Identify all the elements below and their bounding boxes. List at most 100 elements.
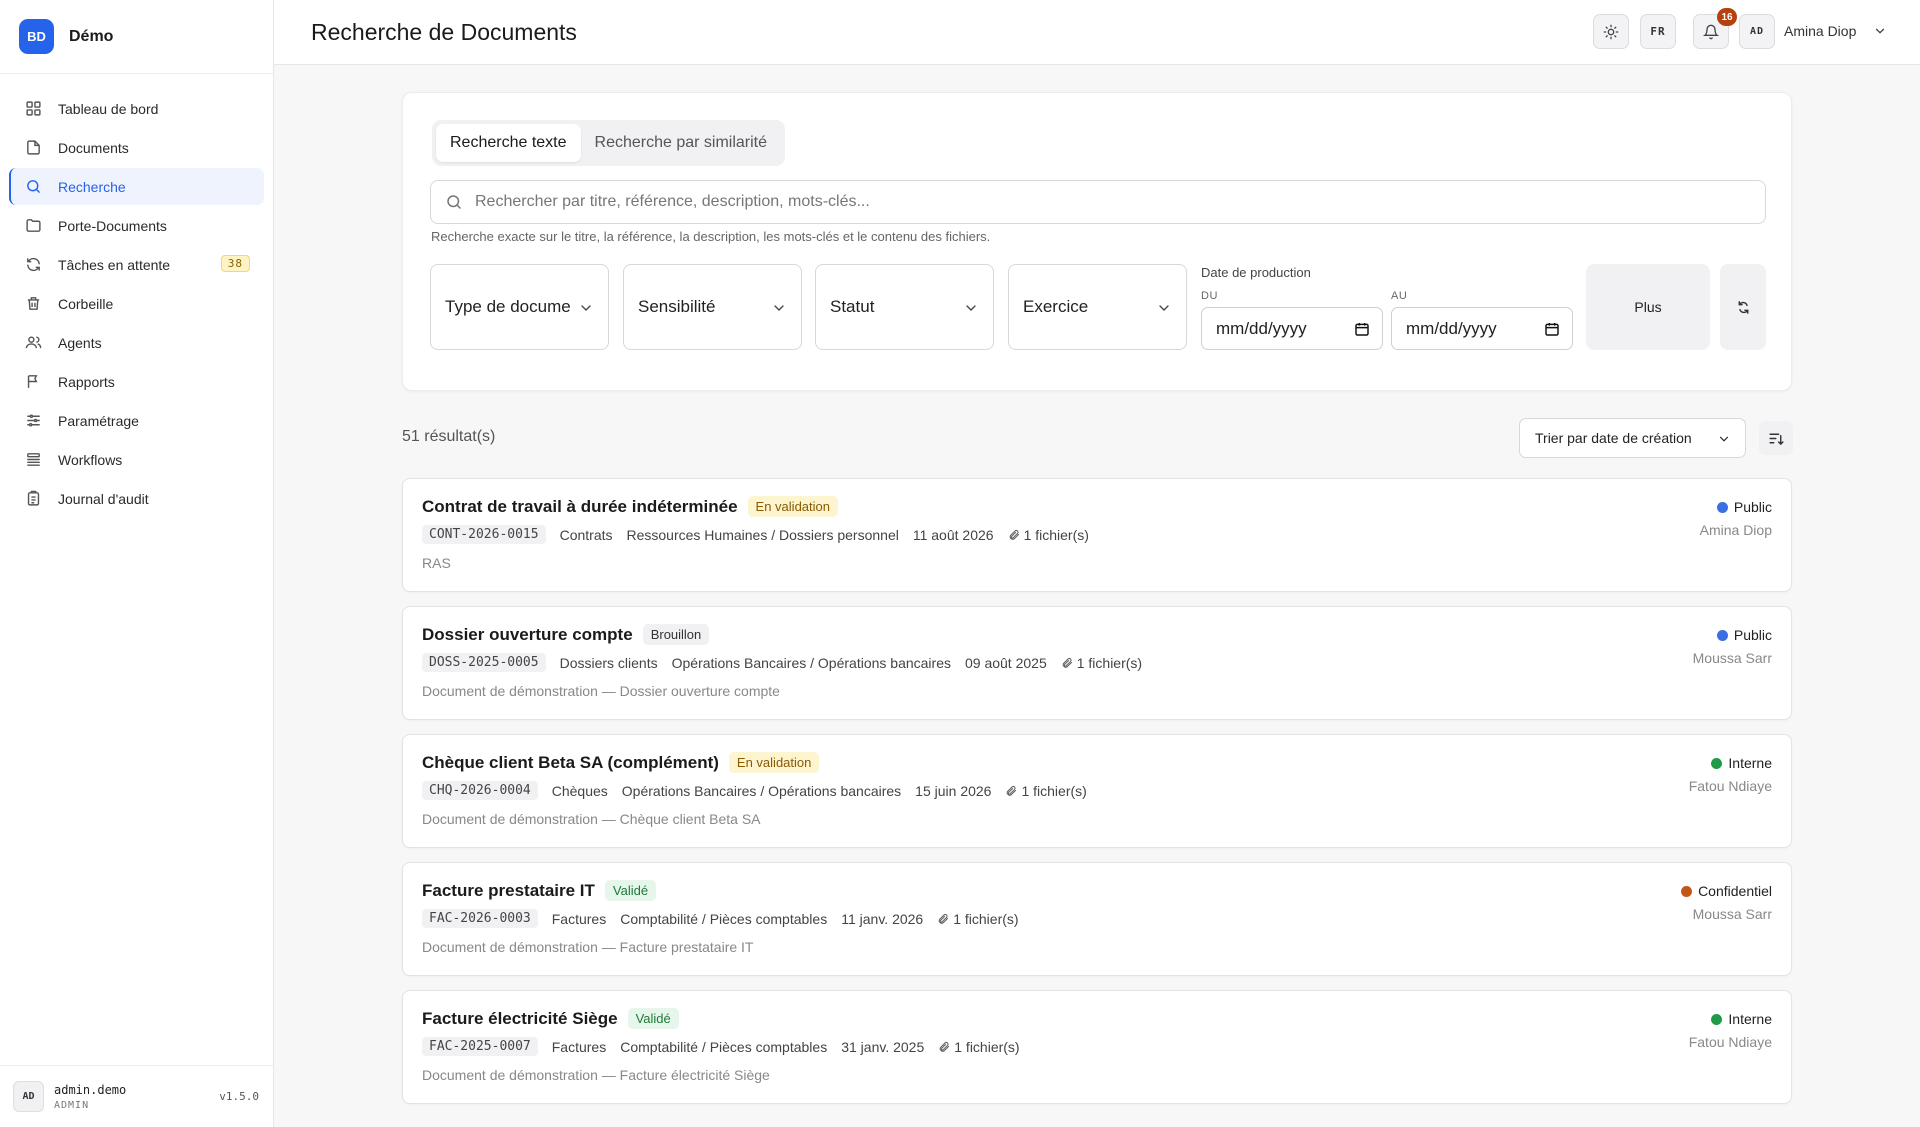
search-icon	[25, 178, 42, 195]
language-button[interactable]: FR	[1640, 14, 1676, 49]
sidebar-item-workflows[interactable]: Workflows	[9, 441, 264, 478]
document-owner: Moussa Sarr	[1692, 650, 1772, 666]
status-badge: En validation	[728, 752, 820, 773]
search-mode-tabs: Recherche texte Recherche par similarité	[432, 120, 786, 166]
tab-text-search[interactable]: Recherche texte	[436, 124, 581, 162]
document-type-select[interactable]: Type de document	[430, 264, 609, 350]
sort-descending-icon	[1768, 430, 1785, 447]
document-path: Opérations Bancaires / Opérations bancai…	[671, 654, 951, 671]
sidebar-item-documents[interactable]: Documents	[9, 129, 264, 166]
result-card[interactable]: Dossier ouverture compte Brouillon DOSS-20…	[402, 606, 1792, 720]
sidebar-item-parametrage[interactable]: Paramétrage	[9, 402, 264, 439]
calendar-icon[interactable]	[1354, 321, 1370, 337]
date-to-label: AU	[1391, 290, 1408, 302]
user-info: admin.demo ADMIN	[54, 1083, 126, 1111]
brand[interactable]: BD Démo	[0, 0, 273, 74]
select-label: Sensibilité	[638, 297, 716, 316]
attachments: 1 fichier(s)	[1061, 655, 1142, 671]
file-count: 1 fichier(s)	[1076, 654, 1143, 671]
file-icon	[25, 139, 42, 156]
date-to-input[interactable]: mm/dd/yyyy	[1391, 307, 1573, 350]
fiscal-year-select[interactable]: Exercice	[1008, 264, 1187, 350]
document-description: RAS	[422, 555, 451, 571]
sidebar-item-label: Journal d'audit	[58, 490, 149, 507]
flag-icon	[25, 373, 42, 390]
tab-similarity-search[interactable]: Recherche par similarité	[581, 124, 782, 162]
document-title[interactable]: Chèque client Beta SA (complément)	[422, 753, 719, 773]
document-title[interactable]: Facture prestataire IT	[422, 881, 595, 901]
sidebar-item-label: Tâches en attente	[58, 256, 171, 273]
theme-toggle-button[interactable]	[1593, 14, 1629, 49]
document-title[interactable]: Facture électricité Siège	[422, 1009, 618, 1029]
document-title[interactable]: Contrat de travail à durée indéterminée	[422, 497, 738, 517]
user-menu[interactable]: Amina Diop	[1784, 23, 1856, 39]
document-type: Chèques	[551, 782, 608, 799]
sidebar-item-corbeille[interactable]: Corbeille	[9, 285, 264, 322]
sidebar-item-label: Agents	[58, 334, 102, 351]
result-card[interactable]: Facture électricité Siège Validé FAC-2025-…	[402, 990, 1792, 1104]
sun-icon	[1603, 24, 1619, 40]
sidebar-footer[interactable]: AD admin.demo ADMIN v1.5.0	[0, 1065, 273, 1127]
sidebar-item-taches-en-attente[interactable]: Tâches en attente 38	[9, 246, 264, 283]
document-owner: Fatou Ndiaye	[1688, 1034, 1772, 1050]
notifications-button[interactable]: 16	[1693, 8, 1737, 49]
result-card[interactable]: Chèque client Beta SA (complément) En val…	[402, 734, 1792, 848]
document-reference: CHQ-2026-0004	[422, 781, 538, 800]
status-select[interactable]: Statut	[815, 264, 994, 350]
select-label: Statut	[830, 297, 875, 316]
file-count: 1 fichier(s)	[1023, 526, 1089, 543]
document-description: Document de démonstration — Facture élec…	[422, 1067, 770, 1083]
sensitivity-indicator: Interne	[1711, 755, 1772, 771]
sidebar-item-rapports[interactable]: Rapports	[9, 363, 264, 400]
language-label: FR	[1650, 25, 1666, 38]
paperclip-icon	[937, 913, 953, 925]
sensitivity-dot-icon	[1681, 885, 1693, 897]
sensitivity-select[interactable]: Sensibilité	[623, 264, 802, 350]
sidebar-item-label: Paramétrage	[58, 412, 139, 429]
sidebar-item-tableau-de-bord[interactable]: Tableau de bord	[9, 90, 264, 127]
more-filters-button[interactable]: Plus	[1586, 264, 1710, 350]
sidebar-item-recherche[interactable]: Recherche	[9, 168, 264, 205]
avatar: AD	[13, 1081, 44, 1112]
page-title: Recherche de Documents	[311, 19, 577, 45]
card-title-row: Chèque client Beta SA (complément) En val…	[422, 752, 820, 773]
sort-direction-button[interactable]	[1759, 421, 1793, 455]
brand-name: Démo	[69, 27, 114, 45]
sidebar-item-journal-d-audit[interactable]: Journal d'audit	[9, 480, 264, 517]
sort-select[interactable]: Trier par date de création	[1519, 418, 1746, 458]
search-field[interactable]	[430, 180, 1766, 224]
sidebar-item-agents[interactable]: Agents	[9, 324, 264, 361]
status-badge: En validation	[747, 496, 838, 517]
chevron-down-icon[interactable]	[1873, 24, 1887, 38]
document-title[interactable]: Dossier ouverture compte	[422, 625, 633, 645]
layers-icon	[25, 451, 42, 468]
status-badge: Validé	[604, 880, 657, 901]
results-count: 51 résultat(s)	[402, 428, 496, 445]
top-bar: Recherche de Documents FR 16 AD Amina Di…	[274, 0, 1920, 65]
sidebar-nav: Tableau de bord Documents Recherche Porte-D…	[0, 74, 273, 517]
result-card[interactable]: Facture prestataire IT Validé FAC-2026-000…	[402, 862, 1792, 976]
paperclip-icon	[1005, 785, 1021, 797]
sidebar-item-label: Rapports	[58, 373, 115, 390]
date-range-label: Date de production	[1201, 265, 1311, 280]
user-avatar-button[interactable]: AD	[1739, 14, 1775, 49]
calendar-icon[interactable]	[1544, 321, 1560, 337]
attachments: 1 fichier(s)	[1008, 527, 1089, 543]
brand-logo: BD	[19, 19, 54, 54]
document-type: Factures	[551, 1038, 607, 1055]
status-badge: Validé	[627, 1008, 679, 1029]
sensitivity-dot-icon	[1711, 757, 1723, 769]
document-date: 11 janv. 2026	[841, 910, 924, 927]
sensitivity-indicator: Confidentiel	[1681, 883, 1772, 899]
sidebar-item-porte-documents[interactable]: Porte-Documents	[9, 207, 264, 244]
date-placeholder: mm/dd/yyyy	[1406, 318, 1497, 338]
document-meta: DOSS-2025-0005 Dossiers clients Opérations…	[422, 653, 1156, 672]
reset-filters-button[interactable]	[1720, 264, 1766, 350]
result-card[interactable]: Contrat de travail à durée indéterminée E…	[402, 478, 1792, 592]
search-input[interactable]	[475, 193, 1755, 211]
document-reference: CONT-2026-0015	[422, 525, 546, 544]
document-meta: FAC-2026-0003 Factures Comptabilité / Pièc…	[422, 909, 1033, 928]
file-count: 1 fichier(s)	[953, 910, 1019, 927]
date-from-input[interactable]: mm/dd/yyyy	[1201, 307, 1383, 350]
document-meta: FAC-2025-0007 Factures Comptabilité / Pièc…	[422, 1037, 1034, 1056]
